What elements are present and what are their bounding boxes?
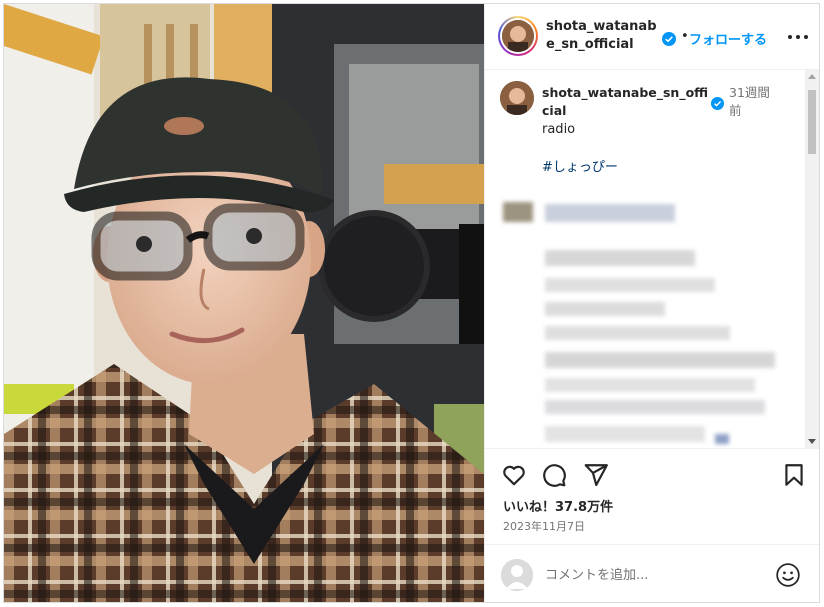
header-username[interactable]: shota_watanabe_sn_official	[546, 18, 658, 54]
separator-dot: •	[681, 29, 689, 44]
verified-badge-icon	[711, 95, 724, 114]
profile-avatar[interactable]	[498, 16, 538, 56]
caption-avatar[interactable]	[500, 81, 534, 115]
likes-count[interactable]: いいね！37.8万件	[503, 496, 613, 515]
caption-hashtag[interactable]: #しょっぴー	[542, 156, 618, 175]
share-icon[interactable]	[583, 462, 609, 488]
heart-icon[interactable]	[501, 462, 527, 488]
instagram-embed: shota_watanabe_sn_official • フォローする shot…	[3, 3, 820, 603]
comment-input[interactable]	[545, 564, 755, 586]
action-bar: いいね！37.8万件 2023年11月7日	[485, 448, 819, 544]
post-side-panel: shota_watanabe_sn_official • フォローする shot…	[484, 4, 819, 602]
scroll-down-arrow[interactable]	[808, 439, 816, 444]
scrollbar-thumb[interactable]	[808, 90, 816, 154]
caption-timestamp[interactable]: 31週間前	[729, 84, 777, 120]
post-header: shota_watanabe_sn_official • フォローする	[485, 4, 819, 70]
caption-text: radio	[542, 122, 576, 137]
follow-button[interactable]: フォローする	[689, 29, 767, 48]
emoji-icon[interactable]	[775, 562, 801, 588]
comments-scroll-area[interactable]: shota_watanabe_sn_official 31週間前 radio #…	[485, 70, 819, 448]
post-date[interactable]: 2023年11月7日	[503, 518, 585, 534]
scrollbar[interactable]	[805, 70, 819, 448]
verified-badge-icon	[662, 31, 676, 50]
user-avatar-placeholder	[501, 559, 533, 591]
caption-username[interactable]: shota_watanabe_sn_official	[542, 84, 710, 120]
post-photo[interactable]	[4, 4, 484, 602]
scroll-up-arrow[interactable]	[808, 74, 816, 79]
comment-icon[interactable]	[541, 462, 567, 488]
bookmark-icon[interactable]	[781, 462, 807, 488]
selfie-image	[4, 4, 484, 602]
more-options-icon[interactable]	[787, 28, 809, 46]
comment-input-bar	[485, 544, 819, 602]
